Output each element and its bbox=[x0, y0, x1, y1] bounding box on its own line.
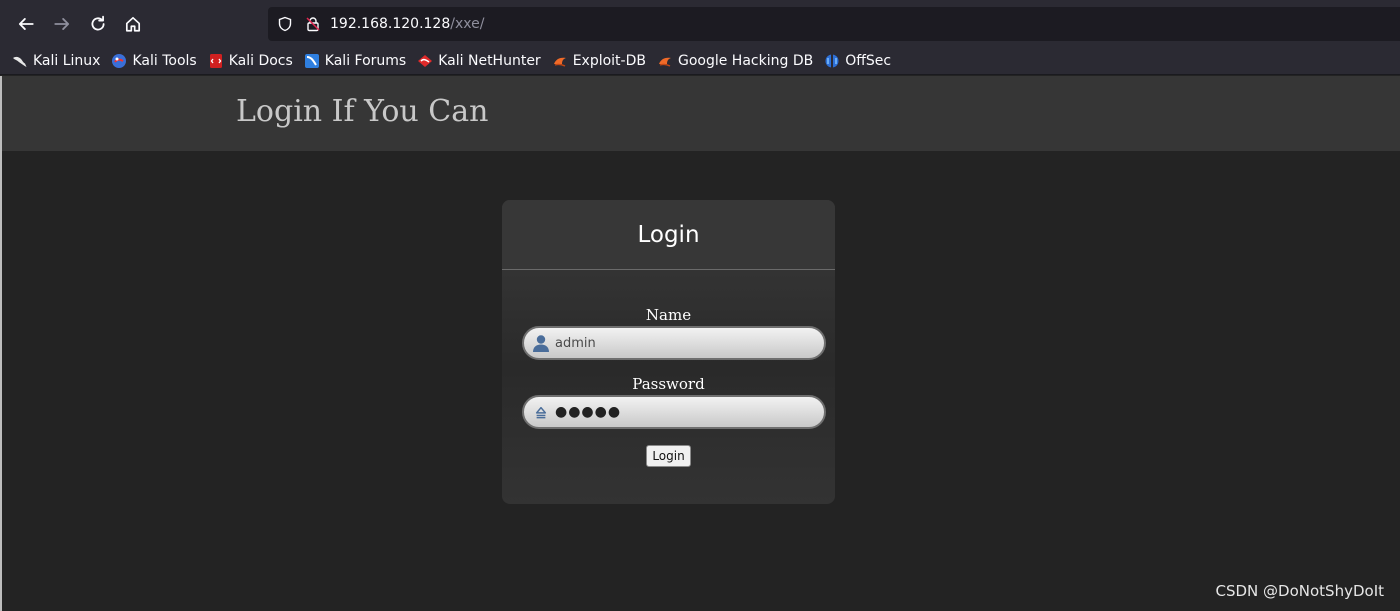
eject-lock-icon bbox=[530, 401, 552, 423]
address-bar[interactable]: 192.168.120.128/xxe/ bbox=[268, 7, 1400, 41]
back-button[interactable] bbox=[10, 8, 42, 40]
bookmarks-bar: Kali Linux Kali Tools Kali Docs Kali For… bbox=[0, 47, 1400, 75]
offsec-icon bbox=[824, 53, 840, 69]
bookmark-label: Kali Docs bbox=[228, 52, 293, 69]
reload-button[interactable] bbox=[82, 8, 114, 40]
bookmark-kali-nethunter[interactable]: Kali NetHunter bbox=[417, 52, 541, 69]
ghdb-icon bbox=[657, 53, 673, 69]
back-arrow-icon bbox=[18, 18, 34, 30]
password-field[interactable]: ●●●●● bbox=[522, 395, 826, 429]
page-viewport: Login If You Can Login Name admin Passwo… bbox=[0, 76, 1400, 611]
name-label: Name bbox=[645, 306, 692, 324]
url-text[interactable]: 192.168.120.128/xxe/ bbox=[330, 16, 484, 32]
name-field[interactable]: admin bbox=[522, 326, 826, 360]
home-icon bbox=[125, 16, 141, 32]
site-title: Login If You Can bbox=[236, 94, 489, 129]
user-icon bbox=[530, 332, 552, 354]
nethunter-icon bbox=[417, 53, 433, 69]
forward-arrow-icon bbox=[54, 18, 70, 30]
bookmark-exploit-db[interactable]: Exploit-DB bbox=[552, 53, 646, 69]
exploit-db-icon bbox=[552, 53, 568, 69]
forward-button[interactable] bbox=[46, 8, 78, 40]
bookmark-label: Kali Forums bbox=[324, 52, 407, 69]
kali-forums-icon bbox=[304, 53, 320, 69]
insecure-lock-icon[interactable] bbox=[304, 15, 322, 33]
login-button[interactable]: Login bbox=[646, 445, 691, 467]
login-form-header: Login bbox=[502, 200, 835, 270]
url-host: 192.168.120.128 bbox=[330, 16, 451, 32]
bookmark-kali-forums[interactable]: Kali Forums bbox=[304, 53, 406, 69]
home-button[interactable] bbox=[117, 8, 149, 40]
url-path: /xxe/ bbox=[450, 16, 485, 32]
browser-toolbar: 192.168.120.128/xxe/ bbox=[0, 0, 1400, 47]
bookmark-label: Kali Tools bbox=[132, 52, 197, 69]
bookmark-label: OffSec bbox=[845, 52, 892, 69]
kali-docs-icon bbox=[208, 53, 224, 69]
bookmark-label: Exploit-DB bbox=[572, 52, 646, 69]
kali-tools-icon bbox=[111, 53, 127, 69]
bookmark-label: Kali NetHunter bbox=[438, 52, 541, 69]
bookmark-offsec[interactable]: OffSec bbox=[824, 53, 891, 69]
bookmark-google-hacking-db[interactable]: Google Hacking DB bbox=[657, 53, 813, 69]
site-header: Login If You Can bbox=[2, 76, 1400, 151]
bookmark-label: Kali Linux bbox=[33, 52, 101, 69]
password-value: ●●●●● bbox=[555, 404, 622, 420]
login-heading: Login bbox=[637, 221, 700, 248]
bookmark-kali-linux[interactable]: Kali Linux bbox=[12, 53, 100, 69]
kali-dragon-icon bbox=[12, 53, 28, 69]
bookmark-kali-docs[interactable]: Kali Docs bbox=[208, 53, 293, 69]
name-value: admin bbox=[555, 335, 596, 351]
password-label: Password bbox=[632, 375, 705, 393]
watermark: CSDN @DoNotShyDoIt bbox=[1215, 582, 1384, 600]
bookmark-kali-tools[interactable]: Kali Tools bbox=[111, 52, 197, 69]
shield-icon[interactable] bbox=[276, 15, 294, 33]
login-form: Login Name admin Password ●●●●● Login bbox=[502, 200, 835, 504]
reload-icon bbox=[91, 15, 105, 31]
bookmark-label: Google Hacking DB bbox=[677, 52, 814, 69]
